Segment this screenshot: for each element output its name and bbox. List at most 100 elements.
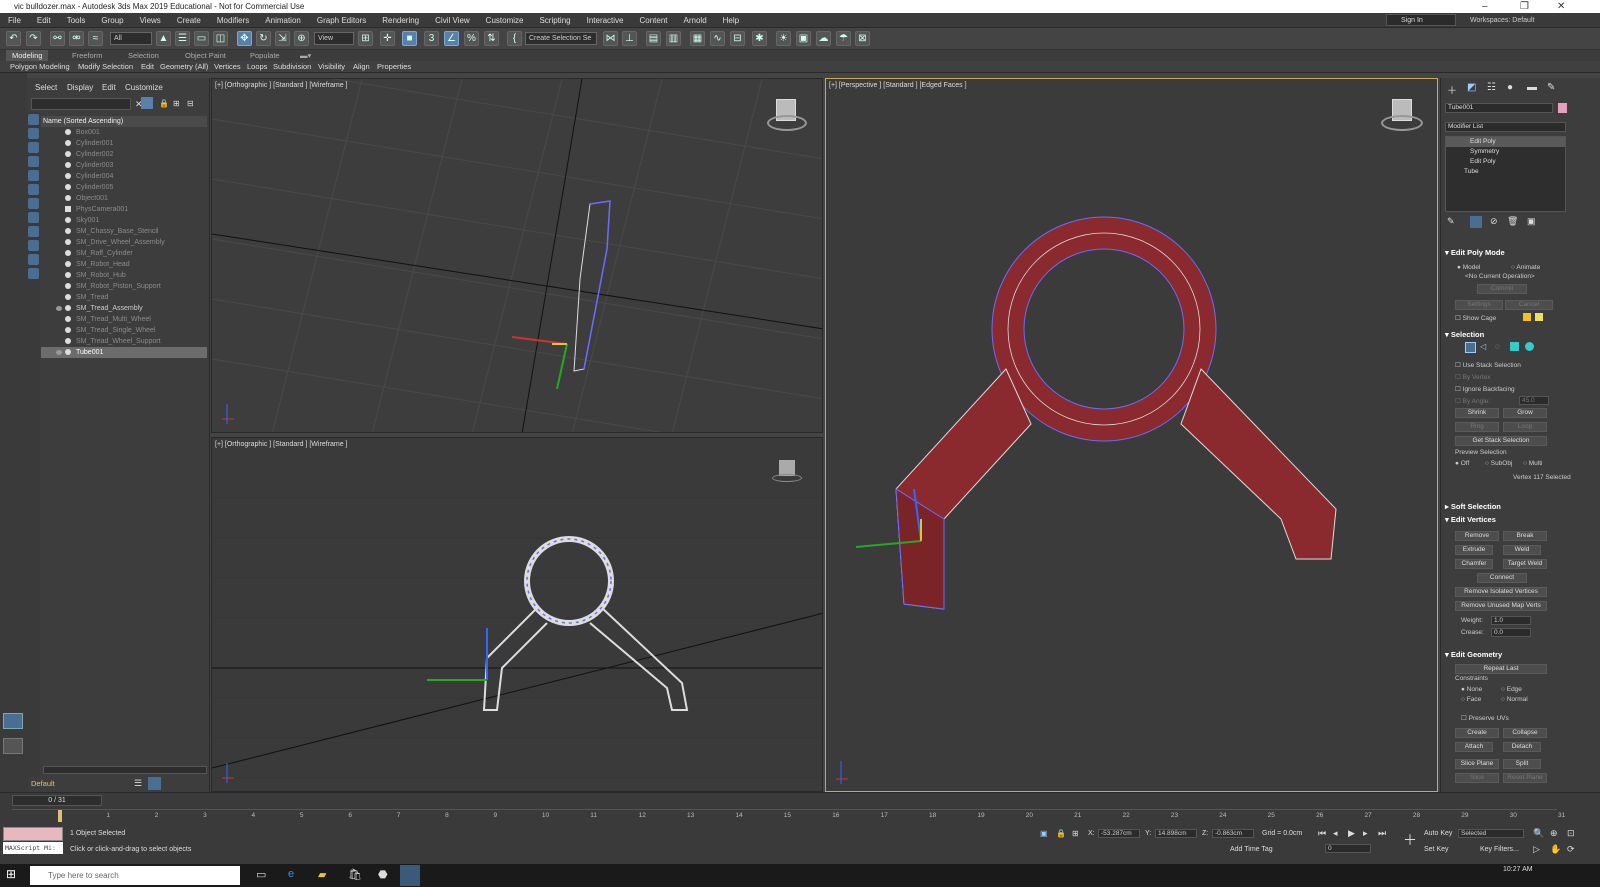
align-icon[interactable]: ⊥ [622,31,637,46]
modifier-list-dropdown[interactable]: Modifier List [1445,122,1566,132]
repeat-last-button[interactable]: Repeat Last [1455,664,1547,674]
3dsmax-taskbar-icon[interactable] [400,865,420,886]
select-object-icon[interactable]: ▲ [156,31,171,46]
tree-item[interactable]: SM_Robot_Piston_Support [41,281,207,292]
stack-item[interactable]: Edit Poly [1446,157,1565,167]
tree-item-selected[interactable]: Tube001 [41,347,207,358]
undo-icon[interactable]: ↶ [6,31,21,46]
preview-subobj-radio[interactable]: ○ SubObj [1485,460,1512,467]
scene-explorer-icon[interactable]: ▤ [646,31,661,46]
filter-spacewarps-icon[interactable] [28,184,39,195]
tree-item[interactable]: SM_Robot_Head [41,259,207,270]
tab-modeling[interactable]: Modeling [6,50,49,61]
maxscript-listener[interactable] [3,827,63,841]
constraint-none-radio[interactable]: ● None [1461,686,1482,693]
menu-customize[interactable]: Customize [478,13,532,28]
tree-item[interactable]: SM_Tread_Assembly [41,303,207,314]
attach-button[interactable]: Attach [1455,742,1493,752]
edit-poly-mode-header[interactable]: ▾ Edit Poly Mode [1445,248,1505,257]
field-of-view-icon[interactable]: ▷ [1533,844,1540,855]
select-by-name-icon[interactable]: ☰ [175,31,190,46]
workspaces-dropdown[interactable]: Workspaces: Default [1470,13,1534,28]
extrude-button[interactable]: Extrude [1455,545,1493,555]
close-icon[interactable]: ✕ [1557,0,1565,13]
menu-file[interactable]: File [0,13,29,28]
detach-button[interactable]: Detach [1503,742,1541,752]
tree-item[interactable]: Box001 [41,127,207,138]
stack-item[interactable]: Edit Poly [1446,137,1565,147]
ignore-backfacing-checkbox[interactable]: ☐ Ignore Backfacing [1455,385,1515,393]
filter-frozen-icon[interactable] [28,254,39,265]
create-tab-icon[interactable]: ＋ [1447,82,1457,97]
show-cage-checkbox[interactable]: ☐ Show Cage [1455,314,1496,322]
cage-color-swatch[interactable] [1523,313,1531,321]
weld-button[interactable]: Weld [1503,545,1541,555]
next-frame-icon[interactable]: ▸ [1363,828,1368,839]
split-checkbox[interactable]: Split [1503,759,1541,769]
tree-item[interactable]: Cylinder001 [41,138,207,149]
x-coordinate-field[interactable]: -53.287cm [1098,829,1140,838]
place-icon[interactable]: ⊕ [294,31,309,46]
tree-item[interactable]: SM_Tread_Multi_Wheel [41,314,207,325]
filter-xrefs-icon[interactable] [28,212,39,223]
reset-plane-button[interactable]: Reset Plane [1503,773,1547,783]
pan-icon[interactable]: ✋ [1550,844,1561,855]
commit-button[interactable]: Commit [1477,284,1527,294]
material-editor-icon[interactable]: ✱ [752,31,767,46]
z-coordinate-field[interactable]: -0.863cm [1212,829,1254,838]
selection-header[interactable]: ▾ Selection [1445,330,1484,339]
hierarchy-tab-icon[interactable]: ☷ [1487,82,1496,93]
store-icon[interactable]: 🛍 [348,868,362,881]
get-stack-selection-button[interactable]: Get Stack Selection [1455,436,1547,446]
ribbon-polygon-modeling[interactable]: Polygon Modeling [10,61,70,73]
tab-populate[interactable]: Populate [250,50,280,61]
key-filters-button[interactable]: Key Filters... [1480,846,1519,853]
tree-item[interactable]: SM_Tread [41,292,207,303]
tree-item[interactable]: Object001 [41,193,207,204]
filter-bones-icon[interactable] [28,226,39,237]
chamfer-button[interactable]: Chamfer [1455,559,1493,569]
link-icon[interactable]: ⚯ [50,31,65,46]
menu-graph-editors[interactable]: Graph Editors [309,13,374,28]
by-vertex-checkbox[interactable]: ☐ By Vertex [1455,373,1490,381]
scale-icon[interactable]: ⇲ [275,31,290,46]
render-cloud-icon[interactable]: ⊠ [855,31,870,46]
viewport-layout-alt-icon[interactable] [3,738,23,754]
selection-lock-icon[interactable]: 🔒 [1056,829,1066,838]
ribbon-subdivision[interactable]: Subdivision [273,61,311,73]
ribbon-properties[interactable]: Properties [377,61,411,73]
tree-item[interactable]: Cylinder004 [41,171,207,182]
spinner-snap-icon[interactable]: ⇅ [484,31,499,46]
render-iterative-icon[interactable]: ☂ [836,31,851,46]
preview-multi-radio[interactable]: ○ Multi [1523,460,1542,467]
viewport-top-left[interactable]: [+] [Orthographic ] [Standard ] [Wirefra… [211,78,823,433]
pin-stack-icon[interactable]: ✎ [1447,216,1455,227]
zoom-extents-icon[interactable]: ⊡ [1567,828,1575,839]
constraint-normal-radio[interactable]: ○ Normal [1501,696,1528,703]
set-key-button[interactable]: Set Key [1424,846,1449,853]
explorer-tab-select[interactable]: Select [35,83,57,92]
viewport-layout-icon[interactable] [3,713,23,729]
snaps-toggle-icon[interactable]: 3 [424,31,439,46]
filter-groups-icon[interactable] [28,198,39,209]
cage-selected-color-swatch[interactable] [1535,313,1543,321]
set-key-icon[interactable]: ＋ [1403,830,1417,850]
maxscript-input[interactable]: MAXScript Mi: [3,842,63,854]
tree-item[interactable]: SM_Drive_Wheel_Assembly [41,237,207,248]
explorer-search-input[interactable] [31,98,131,110]
edit-named-selection-icon[interactable]: { [507,31,522,46]
menu-arnold[interactable]: Arnold [676,13,715,28]
task-view-icon[interactable]: ▭ [256,868,266,881]
viewcube-icon[interactable] [1381,99,1423,135]
explorer-scrollbar[interactable] [43,766,207,774]
stack-item[interactable]: Symmetry [1446,147,1565,157]
select-manipulate-icon[interactable]: ✛ [380,31,395,46]
file-explorer-icon[interactable]: ▰ [318,868,326,881]
filter-shapes-icon[interactable] [28,128,39,139]
rendered-frame-icon[interactable]: ▣ [796,31,811,46]
remove-isolated-vertices-button[interactable]: Remove Isolated Vertices [1455,587,1547,597]
time-ruler[interactable]: 0 1 2 3 4 5 6 7 8 9 10 11 12 13 14 15 16 17 18 19 20 21 22 23 24… [12,809,1565,822]
edge-browser-icon[interactable]: e [288,868,294,880]
create-button[interactable]: Create [1455,728,1499,738]
mirror-icon[interactable]: ⋈ [603,31,618,46]
